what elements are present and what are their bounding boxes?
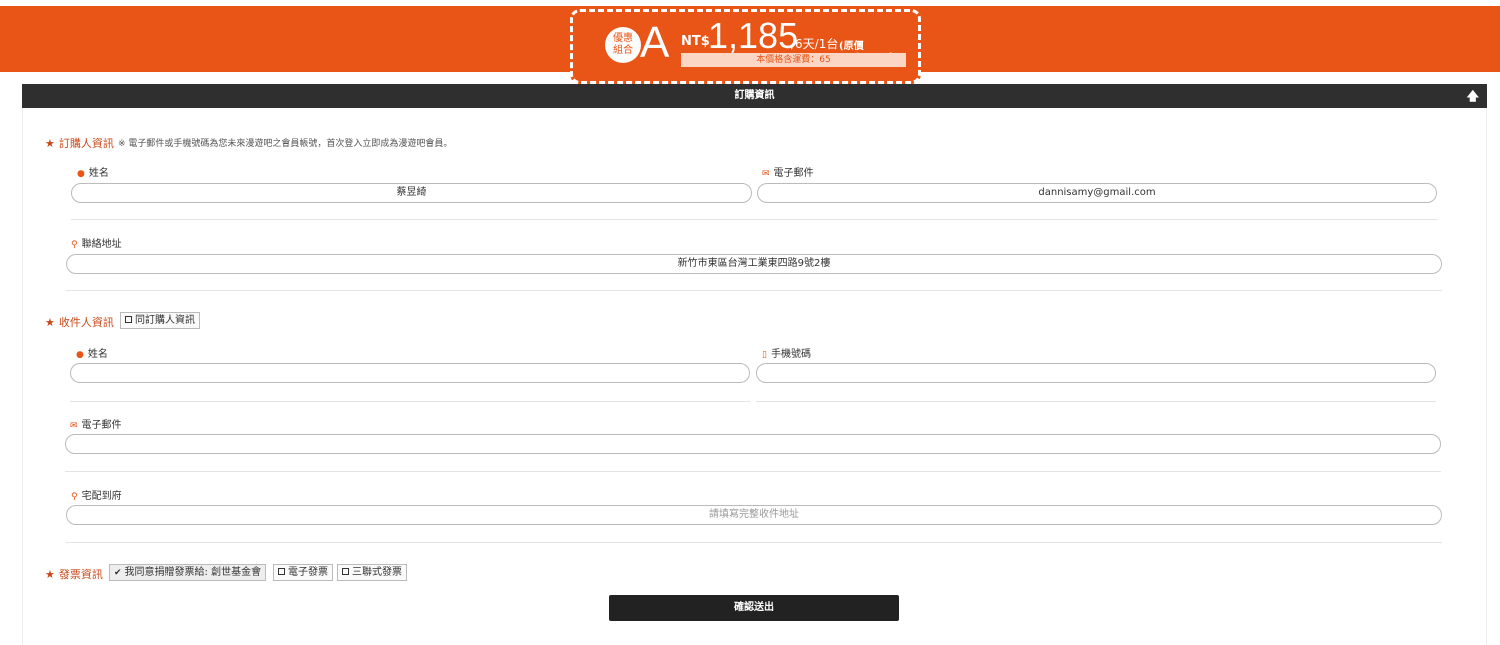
recipient-phone-input[interactable]	[756, 363, 1436, 383]
triplicate-invoice-option[interactable]: 三聯式發票	[337, 564, 407, 581]
recipient-delivery-label: ⚲ 宅配到府	[71, 491, 122, 502]
mobile-phone-icon: ▯	[762, 350, 767, 360]
recipient-email-label: ✉ 電子郵件	[70, 420, 122, 431]
price-value: 1,185	[708, 15, 799, 56]
price-unit: /6天/1台	[791, 37, 839, 51]
section-header[interactable]: 訂購資訊 🡅	[22, 84, 1487, 108]
checkbox-icon	[125, 316, 132, 323]
divider	[756, 401, 1436, 402]
orderer-email-input[interactable]: dannisamy@gmail.com	[757, 183, 1437, 203]
orderer-section-title: ★ 訂購人資訊	[45, 137, 114, 150]
recipient-email-input[interactable]	[65, 434, 1441, 454]
orderer-email-label: ✉ 電子郵件	[762, 168, 814, 179]
orderer-address-input[interactable]: 新竹市東區台灣工業東四路9號2樓	[66, 254, 1442, 274]
orderer-name-label: ● 姓名	[77, 168, 109, 179]
user-icon: ●	[76, 350, 84, 360]
recipient-address-input[interactable]: 請填寫完整收件地址	[66, 505, 1442, 525]
mail-icon: ✉	[70, 421, 78, 431]
recipient-section-title: ★ 收件人資訊	[45, 316, 114, 329]
checkbox-icon	[278, 568, 285, 575]
location-pin-icon: ⚲	[71, 492, 78, 502]
submit-button[interactable]: 確認送出	[609, 595, 899, 621]
price-currency: NT$	[681, 34, 710, 49]
star-icon: ★	[45, 137, 55, 150]
plan-letter: A	[640, 18, 670, 67]
check-icon: ✔	[114, 568, 122, 578]
checkbox-icon	[342, 568, 349, 575]
promo-badge: 優惠 組合	[605, 27, 641, 63]
same-as-orderer-checkbox[interactable]: 同訂購人資訊	[120, 312, 200, 329]
divider	[70, 401, 750, 402]
invoice-section-title: ★ 發票資訊	[45, 568, 103, 581]
section-title: 訂購資訊	[734, 90, 775, 101]
star-icon: ★	[45, 568, 55, 581]
promo-box: 優惠 組合 A NT$ 1,185 /6天/1台 (原價NT$1559) 本價格…	[570, 9, 921, 84]
orderer-address-label: ⚲ 聯絡地址	[71, 239, 122, 250]
divider	[71, 219, 1437, 220]
arrow-up-icon[interactable]: 🡅	[1467, 84, 1479, 108]
promo-badge-line2: 組合	[613, 45, 633, 56]
shipping-note: 本價格含運費：65	[681, 53, 906, 67]
promo-badge-line1: 優惠	[613, 33, 633, 44]
divider	[66, 290, 1442, 291]
user-icon: ●	[77, 169, 85, 179]
e-invoice-option[interactable]: 電子發票	[273, 564, 333, 581]
recipient-name-label: ● 姓名	[76, 349, 108, 360]
donate-invoice-option[interactable]: ✔ 我同意捐贈發票給: 創世基金會	[109, 564, 267, 581]
recipient-phone-label: ▯ 手機號碼	[762, 349, 811, 360]
orderer-name-input[interactable]: 蔡昱綺	[71, 183, 752, 203]
star-icon: ★	[45, 316, 55, 329]
divider	[66, 542, 1442, 543]
divider	[65, 471, 1441, 472]
orderer-note: ※ 電子郵件或手機號碼為您未來漫遊吧之會員帳號，首次登入立即成為漫遊吧會員。	[118, 139, 453, 149]
mail-icon: ✉	[762, 169, 770, 179]
location-pin-icon: ⚲	[71, 240, 78, 250]
recipient-name-input[interactable]	[70, 363, 750, 383]
